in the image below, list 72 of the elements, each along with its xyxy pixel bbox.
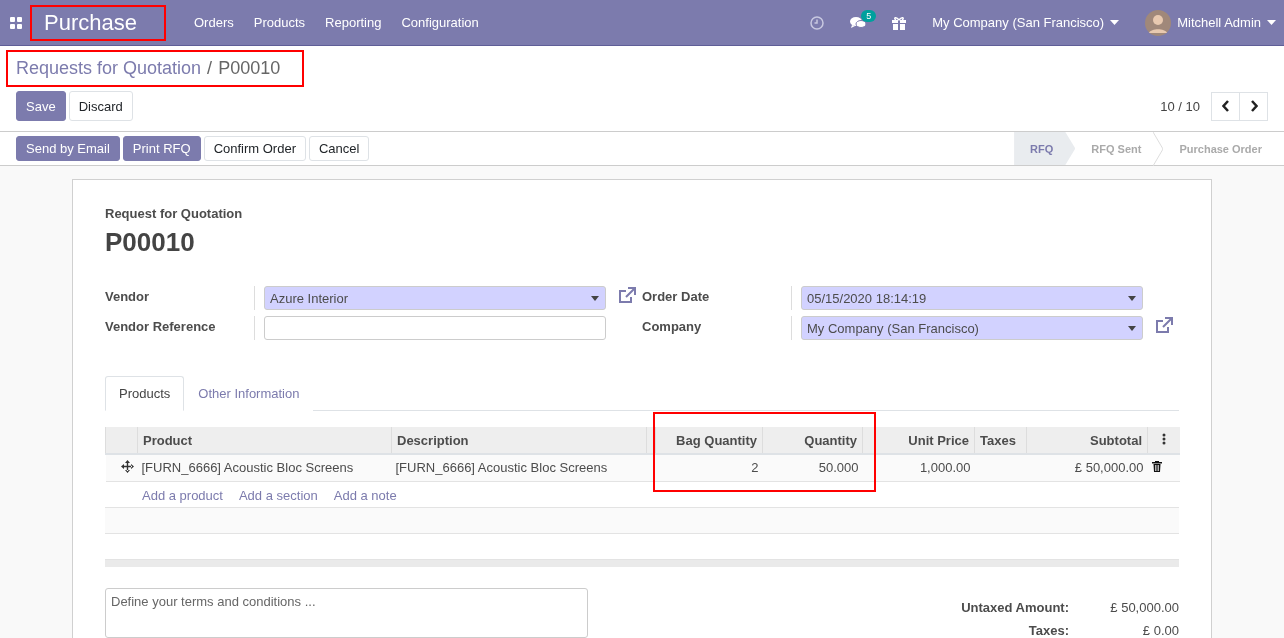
column-header[interactable]: Subtotal (1026, 427, 1148, 454)
total-label: Taxes: (1027, 622, 1069, 638)
menu-item[interactable]: Configuration (401, 15, 479, 30)
gift-icon[interactable] (892, 15, 907, 30)
column-header[interactable]: Bag Quantity (655, 427, 763, 454)
terms-field[interactable]: Define your terms and conditions ... (105, 587, 588, 638)
step-divider-icon (1153, 132, 1164, 166)
column-header[interactable]: Taxes (974, 427, 1027, 454)
next-button[interactable] (1239, 91, 1268, 121)
action-button[interactable]: Send by Email (16, 136, 120, 161)
select-field[interactable]: My Company (San Francisco) (801, 316, 1143, 340)
column-header[interactable]: Product (137, 427, 392, 454)
field-label: Vendor Reference (105, 316, 255, 340)
external-link-icon[interactable] (1154, 316, 1174, 336)
input-field[interactable] (264, 316, 606, 340)
caret-icon (1267, 20, 1276, 25)
field-label: Company (642, 316, 792, 340)
company-switcher[interactable]: My Company (San Francisco) (932, 15, 1120, 30)
action-button[interactable]: Print RFQ (122, 136, 201, 161)
pager-counter: 10 / 10 (1160, 98, 1200, 114)
chevron-left-icon (1221, 100, 1230, 112)
action-button[interactable]: Cancel (309, 136, 370, 161)
total-value: £ 0.00 (1141, 622, 1179, 638)
document-number: P00010 (105, 227, 196, 258)
table-cell: £ 50,000.00 (1026, 454, 1148, 481)
caret-icon (1128, 325, 1136, 331)
table-cell: [FURN_6666] Acoustic Bloc Screens (137, 454, 392, 481)
discard-button[interactable]: Discard (68, 91, 133, 121)
column-header[interactable]: Quantity (762, 427, 863, 454)
table-cell: [FURN_6666] Acoustic Bloc Screens (391, 454, 647, 481)
document-type: Request for Quotation (105, 206, 244, 221)
menu-item[interactable]: Reporting (325, 15, 382, 30)
apps-menu-icon[interactable] (10, 16, 22, 29)
caret-icon (591, 295, 599, 301)
breadcrumb-link[interactable]: Requests for Quotation (16, 58, 202, 79)
external-link-icon[interactable] (617, 286, 637, 306)
field-label: Vendor (105, 286, 255, 310)
tab[interactable]: Products (105, 376, 185, 411)
previous-button[interactable] (1211, 91, 1240, 121)
avatar-icon[interactable] (1145, 9, 1172, 36)
total-label: Untaxed Amount: (961, 599, 1069, 615)
caret-icon (1110, 20, 1120, 25)
user-menu[interactable]: Mitchell Admin (1177, 15, 1276, 30)
app-title: Purchase (32, 6, 164, 39)
breadcrumb-separator: / (207, 58, 213, 79)
select-field[interactable]: Azure Interior (264, 286, 606, 310)
breadcrumb-current: P00010 (218, 58, 281, 79)
drag-handle-icon[interactable] (120, 459, 134, 473)
status-step[interactable]: Purchase Order (1163, 132, 1284, 165)
delete-icon[interactable] (1151, 461, 1162, 473)
menu-item[interactable]: Products (253, 15, 306, 30)
add-line-link[interactable]: Add a note (333, 487, 397, 501)
status-step[interactable]: RFQ (1014, 132, 1076, 165)
table-cell: 50.000 (762, 454, 863, 481)
caret-icon (1128, 295, 1136, 301)
field-label: Order Date (642, 286, 792, 310)
column-options-icon[interactable] (1161, 432, 1166, 445)
column-header[interactable]: Description (391, 427, 647, 454)
menu-item[interactable]: Orders (194, 15, 234, 30)
status-step[interactable]: RFQ Sent (1075, 132, 1164, 165)
save-button[interactable]: Save (16, 91, 66, 121)
select-field[interactable]: 05/15/2020 18:14:19 (801, 286, 1143, 310)
add-line-link[interactable]: Add a product (142, 487, 223, 501)
table-cell: 2 (655, 454, 763, 481)
clock-icon[interactable] (810, 15, 825, 30)
chevron-right-icon (1249, 100, 1258, 112)
action-button[interactable]: Confirm Order (203, 136, 306, 161)
table-cell: 1,000.00 (874, 454, 975, 481)
total-value: £ 50,000.00 (1109, 599, 1179, 615)
message-count-badge: 5 (861, 9, 877, 22)
column-header[interactable]: Unit Price (874, 427, 975, 454)
add-line-link[interactable]: Add a section (238, 487, 318, 501)
